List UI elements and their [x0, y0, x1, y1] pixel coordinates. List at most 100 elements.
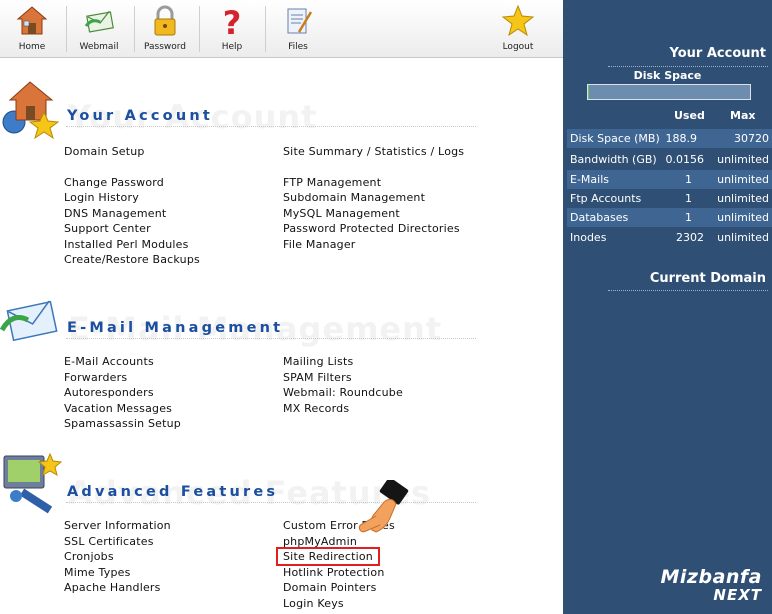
- files-label: Files: [288, 42, 308, 52]
- password-label: Password: [143, 42, 187, 52]
- link-email-accounts[interactable]: E-Mail Accounts: [64, 355, 154, 368]
- col-used-header: Used: [674, 109, 705, 122]
- link-server-information[interactable]: Server Information: [64, 519, 171, 532]
- webmail-button[interactable]: Webmail: [74, 2, 124, 56]
- disk-space-label: Disk Space: [633, 69, 702, 82]
- stat-label: E-Mails: [570, 173, 609, 186]
- main-panel: Your Account Your Account Domain Setup C…: [0, 58, 563, 614]
- sidebar-title: Your Account: [669, 46, 766, 61]
- link-cronjobs[interactable]: Cronjobs: [64, 550, 114, 563]
- help-icon: ?: [223, 4, 242, 38]
- stat-row: Disk Space (MB) 188.9 30720: [567, 129, 772, 148]
- email-section: E-Mail Management E-Mail Management E-Ma…: [0, 288, 563, 438]
- stat-max: unlimited: [717, 192, 769, 205]
- brand-logo: Mizbanfa NEXT: [660, 566, 762, 604]
- link-support-center[interactable]: Support Center: [64, 222, 151, 235]
- help-button[interactable]: ? Help: [210, 2, 254, 56]
- link-spam-filters[interactable]: SPAM Filters: [283, 371, 352, 384]
- files-button[interactable]: Files: [276, 2, 320, 56]
- link-phpmyadmin[interactable]: phpMyAdmin: [283, 535, 357, 548]
- link-vacation-messages[interactable]: Vacation Messages: [64, 402, 172, 415]
- stat-used: 1: [685, 173, 692, 186]
- stat-max: unlimited: [717, 231, 769, 244]
- section-divider: [66, 338, 476, 339]
- stat-label: Ftp Accounts: [570, 192, 642, 205]
- stat-max: unlimited: [717, 211, 769, 224]
- link-spamassassin-setup[interactable]: Spamassassin Setup: [64, 417, 181, 430]
- stat-label: Databases: [570, 211, 629, 224]
- stat-row: Bandwidth (GB) 0.0156 unlimited: [567, 150, 772, 169]
- password-button[interactable]: Password: [140, 2, 190, 56]
- link-dns-management[interactable]: DNS Management: [64, 207, 166, 220]
- account-icon: [2, 81, 60, 140]
- home-label: Home: [18, 42, 46, 52]
- stat-max: unlimited: [717, 153, 769, 166]
- link-hotlink-protection[interactable]: Hotlink Protection: [283, 566, 385, 579]
- link-webmail-roundcube[interactable]: Webmail: Roundcube: [283, 386, 403, 399]
- link-apache-handlers[interactable]: Apache Handlers: [64, 581, 161, 594]
- current-domain-title: Current Domain: [649, 271, 766, 286]
- top-toolbar: Home Webmail Password ? Help Files Logou…: [0, 0, 563, 58]
- webmail-label: Webmail: [79, 42, 119, 52]
- brand-tagline: NEXT: [713, 586, 762, 604]
- link-domain-pointers[interactable]: Domain Pointers: [283, 581, 377, 594]
- link-file-manager[interactable]: File Manager: [283, 238, 356, 251]
- help-label: Help: [221, 42, 243, 52]
- account-section-title: Your Account: [67, 108, 214, 124]
- account-sidebar: Your Account Disk Space Used Max Disk Sp…: [563, 0, 772, 614]
- email-icon: [0, 300, 58, 342]
- stat-max: unlimited: [717, 173, 769, 186]
- link-password-protected-dirs[interactable]: Password Protected Directories: [283, 222, 460, 235]
- disk-usage-fill: [588, 85, 589, 99]
- sidebar-divider: [608, 66, 768, 67]
- advanced-section: Advanced Features Advanced Features Serv…: [0, 452, 563, 614]
- toolbar-divider: [199, 6, 200, 52]
- stat-row: E-Mails 1 unlimited: [567, 170, 772, 189]
- home-icon: [16, 6, 48, 35]
- svg-text:?: ?: [223, 4, 242, 38]
- logout-button[interactable]: Logout: [496, 2, 540, 56]
- star-icon: [501, 4, 535, 37]
- stat-row: Inodes 2302 unlimited: [567, 228, 772, 247]
- link-mx-records[interactable]: MX Records: [283, 402, 349, 415]
- webmail-icon: [84, 10, 114, 33]
- stat-used: 1: [685, 211, 692, 224]
- link-mime-types[interactable]: Mime Types: [64, 566, 131, 579]
- link-domain-setup[interactable]: Domain Setup: [64, 145, 145, 158]
- link-login-history[interactable]: Login History: [64, 191, 139, 204]
- stat-label: Inodes: [570, 231, 607, 244]
- stat-row: Ftp Accounts 1 unlimited: [567, 189, 772, 208]
- link-perl-modules[interactable]: Installed Perl Modules: [64, 238, 189, 251]
- home-button[interactable]: Home: [10, 2, 54, 56]
- stat-used: 188.9: [665, 132, 698, 145]
- files-icon: [287, 8, 313, 34]
- logout-label: Logout: [502, 42, 534, 52]
- stat-max: 30720: [734, 132, 769, 145]
- col-max-header: Max: [730, 109, 756, 122]
- lock-icon: [154, 5, 176, 36]
- stat-used: 0.0156: [665, 153, 705, 166]
- link-forwarders[interactable]: Forwarders: [64, 371, 127, 384]
- link-subdomain-management[interactable]: Subdomain Management: [283, 191, 425, 204]
- link-site-redirection[interactable]: Site Redirection: [276, 547, 380, 566]
- stat-used: 2302: [676, 231, 704, 244]
- disk-usage-bar: [587, 84, 751, 100]
- advanced-section-title: Advanced Features: [67, 484, 279, 500]
- link-mailing-lists[interactable]: Mailing Lists: [283, 355, 353, 368]
- link-login-keys[interactable]: Login Keys: [283, 597, 344, 610]
- link-backups[interactable]: Create/Restore Backups: [64, 253, 200, 266]
- link-autoresponders[interactable]: Autoresponders: [64, 386, 154, 399]
- stat-label: Disk Space (MB): [570, 132, 660, 145]
- link-change-password[interactable]: Change Password: [64, 176, 164, 189]
- link-ftp-management[interactable]: FTP Management: [283, 176, 381, 189]
- link-site-summary[interactable]: Site Summary / Statistics / Logs: [283, 145, 464, 158]
- toolbar-divider: [66, 6, 67, 52]
- link-ssl-certificates[interactable]: SSL Certificates: [64, 535, 154, 548]
- toolbar-divider: [134, 6, 135, 52]
- stat-used: 1: [685, 192, 692, 205]
- link-mysql-management[interactable]: MySQL Management: [283, 207, 400, 220]
- account-section: Your Account Your Account Domain Setup C…: [0, 76, 563, 276]
- pointing-hand-icon: [358, 480, 409, 533]
- stat-label: Bandwidth (GB): [570, 153, 657, 166]
- sidebar-divider: [608, 290, 768, 291]
